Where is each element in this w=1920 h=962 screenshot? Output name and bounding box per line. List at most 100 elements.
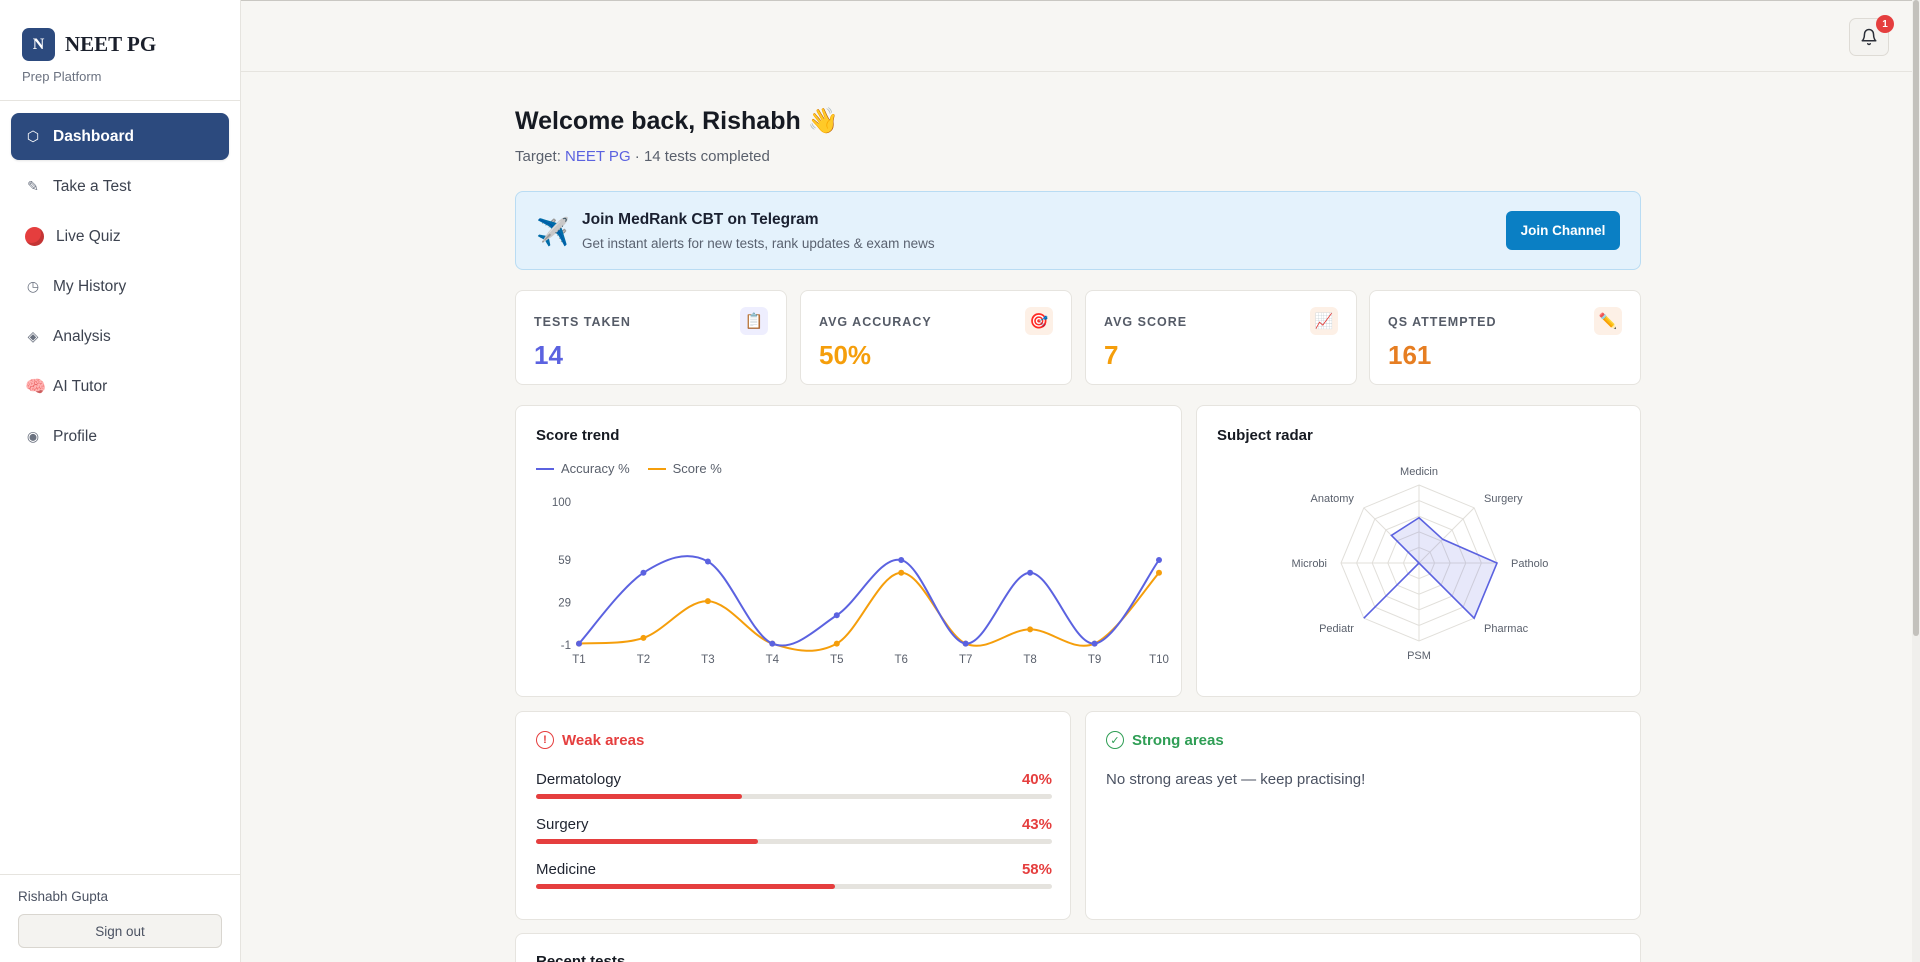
sidebar-item-label: Dashboard [53, 127, 134, 145]
data-point[interactable] [769, 640, 776, 647]
weak-area-row: Dermatology 40% [536, 771, 1052, 799]
sidebar-item-dashboard[interactable]: ⬡ Dashboard [11, 113, 229, 160]
paper-plane-icon: ✈️ [536, 217, 570, 247]
notification-count-badge: 1 [1876, 15, 1894, 33]
data-point[interactable] [833, 640, 840, 647]
radar-axis-label: PSM [1407, 650, 1431, 662]
sidebar-item-my-history[interactable]: ◷ My History [11, 263, 229, 310]
stat-card-avg-score: AVG SCORE 7 📈 [1085, 290, 1357, 385]
sidebar-item-take-a-test[interactable]: ✎ Take a Test [11, 163, 229, 210]
sidebar-item-live-quiz[interactable]: Live Quiz [11, 213, 229, 260]
target-suffix: · 14 tests completed [630, 148, 770, 165]
progress-track [536, 794, 1052, 799]
clock-icon: ◷ [26, 278, 40, 294]
radar-axis-label: Anatomy [1311, 493, 1355, 505]
sidebar-item-label: Profile [53, 427, 97, 445]
data-point[interactable] [1027, 569, 1034, 576]
data-point[interactable] [962, 640, 969, 647]
notifications-button[interactable]: 1 [1849, 15, 1894, 56]
sidebar: N NEET PG Prep Platform ⬡ Dashboard ✎ Ta… [0, 0, 241, 962]
stat-value: 50% [819, 340, 872, 370]
brand-name: NEET PG [65, 32, 157, 56]
brand: N NEET PG Prep Platform [0, 0, 240, 101]
progress-fill [536, 839, 758, 844]
join-channel-button[interactable]: Join Channel [1506, 211, 1620, 250]
data-point[interactable] [640, 569, 647, 576]
progress-track [536, 839, 1052, 844]
target-icon: 🎯 [1025, 307, 1053, 335]
data-point[interactable] [1156, 557, 1162, 564]
sign-out-button[interactable]: Sign out [18, 914, 222, 948]
stat-label: TESTS TAKEN [534, 315, 631, 329]
radar-axis-label: Pharmac [1484, 623, 1529, 635]
sidebar-item-label: Analysis [53, 327, 111, 345]
x-tick-label: T8 [1023, 654, 1036, 666]
telegram-subtitle: Get instant alerts for new tests, rank u… [582, 236, 935, 251]
data-point[interactable] [640, 634, 647, 641]
x-tick-label: T6 [895, 654, 908, 666]
target-prefix: Target: [515, 148, 566, 165]
radar-axis-label: Patholo [1511, 558, 1548, 570]
weak-areas-card: ! Weak areas Dermatology 40% Surgery 43%… [515, 711, 1071, 920]
sidebar-item-ai-tutor[interactable]: 🧠 AI Tutor [11, 363, 229, 410]
telegram-title: Join MedRank CBT on Telegram [582, 211, 819, 228]
target-exam-link[interactable]: NEET PG [565, 148, 631, 165]
brand-subtitle: Prep Platform [22, 69, 102, 84]
y-tick-label: -1 [561, 640, 571, 652]
recent-tests-title: Recent tests [536, 953, 626, 962]
target-line: Target: NEET PG · 14 tests completed [515, 148, 770, 165]
weak-area-percent: 43% [1021, 816, 1052, 833]
weak-area-percent: 40% [1021, 771, 1052, 788]
score-trend-card: Score trend Accuracy % Score % 100 59 29 -1… [515, 405, 1182, 697]
data-point[interactable] [1091, 640, 1098, 647]
data-point[interactable] [1027, 626, 1034, 633]
red-circle-icon [25, 227, 44, 246]
x-tick-label: T1 [572, 654, 585, 666]
y-tick-label: 59 [558, 555, 571, 567]
data-point[interactable] [898, 569, 905, 576]
bell-icon [1861, 28, 1877, 46]
strong-areas-title: Strong areas [1132, 731, 1224, 749]
data-point[interactable] [898, 557, 905, 564]
pencil-icon: ✎ [27, 178, 39, 194]
weak-area-row: Medicine 58% [536, 861, 1052, 889]
check-circle-icon: ✓ [1106, 731, 1124, 749]
stat-card-tests-taken: TESTS TAKEN 14 📋 [515, 290, 787, 385]
radar-axis-label: Pediatr [1319, 623, 1354, 635]
y-tick-label: 29 [558, 598, 571, 610]
data-point[interactable] [833, 612, 840, 619]
x-tick-label: T9 [1088, 654, 1101, 666]
user-name: Rishabh Gupta [18, 889, 109, 904]
brand-row[interactable]: N NEET PG [22, 28, 218, 61]
data-point[interactable] [704, 598, 711, 605]
progress-track [536, 884, 1052, 889]
radar-series-area [1363, 516, 1499, 620]
recent-tests-card: Recent tests [515, 933, 1641, 962]
stat-value: 161 [1388, 340, 1432, 370]
profile-circle-icon: ◉ [26, 428, 40, 444]
weak-areas-title: Weak areas [562, 731, 645, 749]
strong-areas-card: ✓ Strong areas No strong areas yet — kee… [1085, 711, 1641, 920]
subject-radar-chart: Medicin Surgery Patholo Pharmac PSM Pediatr Mi… [1292, 466, 1549, 662]
stat-value: 7 [1104, 340, 1119, 370]
sidebar-item-analysis[interactable]: ◈ Analysis [11, 313, 229, 360]
clipboard-icon: 📋 [740, 307, 768, 335]
page-scrollbar[interactable] [1912, 0, 1920, 962]
stat-label: AVG SCORE [1104, 315, 1188, 329]
y-tick-label: 100 [552, 497, 571, 509]
scrollbar-thumb[interactable] [1913, 0, 1919, 636]
series-line [578, 555, 1160, 647]
x-tick-label: T10 [1149, 654, 1169, 666]
data-point[interactable] [576, 640, 582, 647]
radar-axis-label: Microbi [1292, 558, 1327, 570]
stat-value: 14 [534, 340, 563, 370]
sidebar-item-label: Live Quiz [56, 227, 121, 245]
sidebar-item-profile[interactable]: ◉ Profile [11, 413, 229, 460]
sidebar-item-label: Take a Test [53, 177, 132, 195]
data-point[interactable] [1156, 569, 1162, 576]
chart-up-icon: 📈 [1310, 307, 1338, 335]
sidebar-nav: ⬡ Dashboard ✎ Take a Test Live Quiz ◷ My… [0, 101, 240, 475]
data-point[interactable] [704, 558, 711, 565]
x-tick-label: T2 [637, 654, 650, 666]
radar-axis-label: Medicin [1400, 466, 1438, 478]
